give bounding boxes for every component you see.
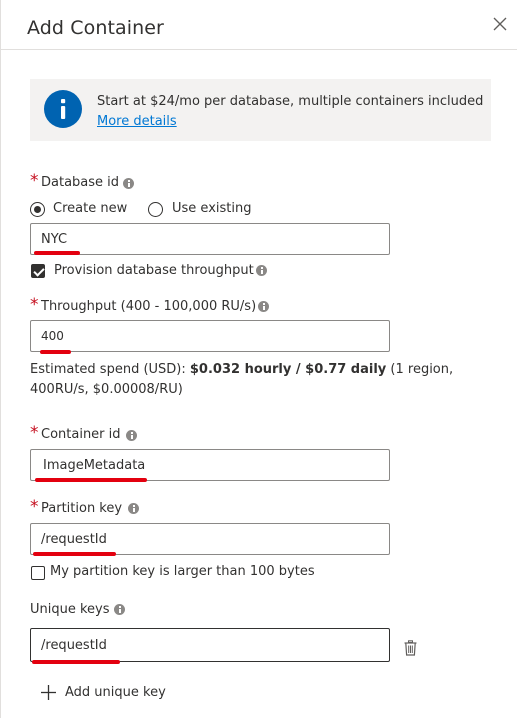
add-unique-key-label: Add unique key — [65, 685, 166, 700]
database-id-label: * Database id — [30, 171, 120, 191]
container-id-info-icon[interactable] — [126, 430, 137, 441]
partition-key-label: * Partition key — [30, 497, 123, 517]
unique-keys-info-icon[interactable] — [114, 604, 125, 615]
provision-throughput-label[interactable]: Provision database throughput — [54, 263, 254, 278]
unique-key-input[interactable]: /requestId — [30, 628, 390, 662]
info-message: Start at $24/mo per database, multiple c… — [97, 94, 484, 109]
plus-icon — [41, 685, 56, 700]
container-id-input[interactable]: ImageMetadata — [30, 449, 390, 481]
annotation-underline — [34, 251, 80, 255]
required-marker: * — [30, 171, 39, 191]
spend-prefix: Estimated spend (USD): — [30, 362, 190, 377]
trash-icon[interactable] — [404, 640, 417, 656]
add-container-panel: Add Container Start at $24/mo per databa… — [0, 0, 517, 718]
info-icon — [44, 90, 82, 128]
annotation-underline — [40, 350, 71, 354]
partition-key-value: /requestId — [41, 531, 107, 547]
annotation-underline — [35, 478, 147, 482]
annotation-underline — [32, 660, 120, 664]
database-id-input[interactable]: NYC — [30, 223, 390, 255]
throughput-input[interactable]: 400 — [30, 320, 390, 352]
create-new-radio[interactable] — [30, 202, 45, 217]
unique-keys-label: Unique keys — [30, 602, 110, 617]
container-id-label-text: Container id — [41, 427, 121, 442]
database-id-info-icon[interactable] — [123, 178, 134, 189]
use-existing-label[interactable]: Use existing — [172, 201, 251, 216]
container-id-value: ImageMetadata — [43, 457, 146, 473]
unique-key-value: /requestId — [41, 637, 107, 653]
panel-header: Add Container — [0, 0, 517, 50]
info-banner: Start at $24/mo per database, multiple c… — [30, 79, 491, 141]
partition-key-input[interactable]: /requestId — [30, 523, 390, 555]
panel-title: Add Container — [27, 17, 164, 39]
required-marker: * — [30, 423, 39, 443]
throughput-label: * Throughput (400 - 100,000 RU/s) — [30, 295, 257, 315]
partition-key-label-text: Partition key — [41, 501, 123, 516]
throughput-value: 400 — [41, 329, 64, 343]
large-partition-key-checkbox[interactable] — [31, 566, 45, 580]
partition-key-info-icon[interactable] — [128, 503, 139, 514]
large-partition-key-label[interactable]: My partition key is larger than 100 byte… — [50, 564, 315, 579]
more-details-link[interactable]: More details — [97, 114, 177, 129]
throughput-label-text: Throughput (400 - 100,000 RU/s) — [41, 299, 257, 314]
spend-amount: $0.032 hourly / $0.77 daily — [189, 362, 387, 377]
required-marker: * — [30, 295, 39, 315]
annotation-underline — [33, 552, 116, 556]
provision-info-icon[interactable] — [256, 265, 267, 276]
estimated-spend-text: Estimated spend (USD): $0.032 hourly / $… — [30, 360, 490, 400]
use-existing-radio[interactable] — [148, 202, 163, 217]
close-icon[interactable] — [491, 15, 509, 33]
required-marker: * — [30, 497, 39, 517]
database-id-label-text: Database id — [41, 175, 120, 190]
provision-throughput-checkbox[interactable] — [31, 264, 45, 278]
throughput-info-icon[interactable] — [258, 301, 269, 312]
create-new-label[interactable]: Create new — [53, 201, 127, 216]
container-id-label: * Container id — [30, 423, 121, 443]
panel-left-border — [0, 0, 1, 718]
database-id-value: NYC — [41, 231, 68, 247]
